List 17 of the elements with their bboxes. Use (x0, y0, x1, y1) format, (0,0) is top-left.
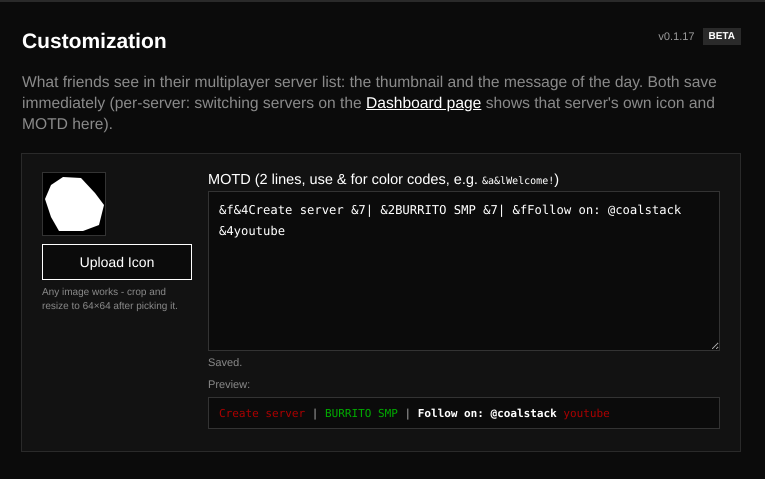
preview-text: Create server (219, 406, 306, 420)
preview-label: Preview: (208, 379, 252, 391)
description-text: What friends see in their multiplayer server list: the thumbnail and the message of the day. Both save immediately (per-server: switching servers on the Dashboard page shows that server's own icon and MOTD here). (22, 73, 718, 135)
version-label: v0.1.17 (658, 30, 695, 42)
preview-text: BURRITO SMP (324, 406, 399, 420)
preview-text: | (312, 406, 320, 420)
preview-text: Follow on: @coalstack (418, 406, 558, 420)
page-title: Customization (22, 30, 167, 54)
preview-text: youtube (563, 406, 610, 420)
motd-label: MOTD (2 lines, use & for color codes, e.g. &a&lWelcome!) (208, 172, 560, 188)
dashboard-link[interactable]: Dashboard page (366, 95, 482, 112)
beta-badge: BETA (702, 28, 741, 45)
save-status: Saved. (208, 357, 244, 369)
upload-icon-button[interactable]: Upload Icon (42, 244, 192, 280)
motd-input[interactable]: &f&4Create server &7| &2BURRITO SMP &7| &fFollow on: @coalstack &4youtube (208, 191, 720, 351)
preview-text: | (404, 406, 412, 420)
upload-hint: Any image works - crop and resize to 64×64 after picking it. (42, 286, 179, 314)
